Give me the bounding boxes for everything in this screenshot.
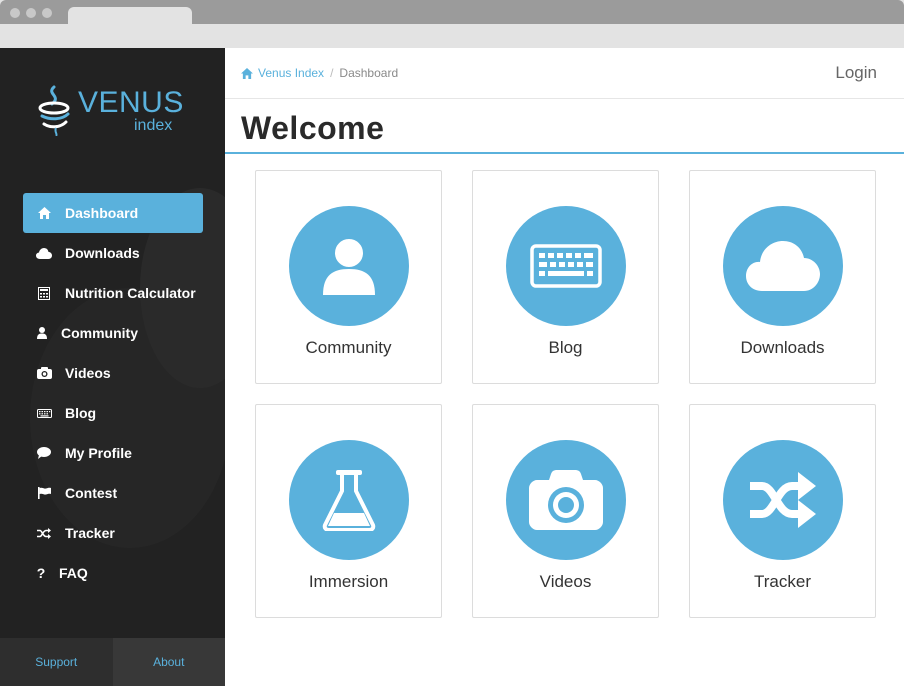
sidebar-item-nutrition-calculator[interactable]: Nutrition Calculator: [23, 273, 203, 313]
window-minimize-dot[interactable]: [26, 8, 36, 18]
sidebar-item-my-profile[interactable]: My Profile: [23, 433, 203, 473]
breadcrumb-home-label: Venus Index: [258, 66, 325, 80]
home-icon: [23, 207, 65, 219]
top-navbar: Venus Index / Dashboard Login: [225, 48, 904, 99]
tile-label: Videos: [539, 572, 592, 591]
cloud-icon: [746, 241, 820, 291]
breadcrumb: Venus Index / Dashboard: [241, 66, 398, 80]
tile-label: Community: [305, 338, 392, 357]
tile-icon-circle: [506, 206, 626, 326]
tile-icon-circle: [289, 440, 409, 560]
sidebar-item-downloads[interactable]: Downloads: [23, 233, 203, 273]
sidebar-item-tracker[interactable]: Tracker: [23, 513, 203, 553]
comment-icon: [23, 447, 65, 459]
tile-downloads[interactable]: Downloads: [689, 170, 876, 384]
calculator-icon: [23, 286, 65, 300]
cloud-icon: [23, 247, 65, 259]
tile-videos[interactable]: Videos: [472, 404, 659, 618]
question-icon: ?: [36, 565, 46, 581]
sidebar-item-label: FAQ: [59, 565, 88, 581]
browser-tab[interactable]: [68, 7, 192, 27]
login-link[interactable]: Login: [835, 63, 877, 83]
sidebar-footer: Support About: [0, 638, 225, 686]
about-button[interactable]: About: [112, 638, 225, 686]
breadcrumb-current: Dashboard: [339, 66, 399, 80]
tile-blog[interactable]: Blog: [472, 170, 659, 384]
window-close-dot[interactable]: [10, 8, 20, 18]
sidebar-nav: Dashboard Downloads Nutrition Calculator…: [23, 193, 203, 593]
sidebar-item-label: Videos: [65, 365, 111, 381]
sidebar-item-label: Downloads: [65, 245, 140, 261]
support-button[interactable]: Support: [0, 638, 113, 686]
user-icon: [323, 237, 375, 295]
camera-icon: [23, 367, 65, 379]
sidebar-item-contest[interactable]: Contest: [23, 473, 203, 513]
breadcrumb-separator: /: [330, 66, 334, 80]
sidebar-item-label: Blog: [65, 405, 97, 421]
window-maximize-dot[interactable]: [42, 8, 52, 18]
browser-chrome: [0, 0, 904, 48]
tile-community[interactable]: Community: [255, 170, 442, 384]
sidebar-item-blog[interactable]: Blog: [23, 393, 203, 433]
sidebar-item-label: Nutrition Calculator: [65, 285, 196, 301]
page-title: Welcome: [241, 110, 385, 146]
title-divider: [225, 152, 904, 154]
tile-label: Downloads: [740, 338, 825, 357]
sidebar-item-label: Contest: [65, 485, 118, 501]
tile-icon-circle: [289, 206, 409, 326]
home-icon: [241, 67, 253, 79]
sidebar-item-label: Tracker: [65, 525, 115, 541]
tile-label: Tracker: [754, 572, 811, 591]
venus-index-logo[interactable]: VENUS index: [36, 84, 196, 144]
tile-icon-circle: [723, 440, 843, 560]
sidebar-item-videos[interactable]: Videos: [23, 353, 203, 393]
tile-icon-circle: [506, 440, 626, 560]
logo-brand-text: VENUS: [78, 86, 184, 119]
sidebar-item-label: My Profile: [65, 445, 132, 461]
sidebar-item-label: Community: [61, 325, 138, 341]
tile-immersion[interactable]: Immersion: [255, 404, 442, 618]
logo-sub-text: index: [134, 117, 173, 134]
sidebar-item-label: Dashboard: [65, 205, 139, 221]
venus-logo-icon: [38, 85, 70, 136]
tile-icon-circle: [723, 206, 843, 326]
keyboard-icon: [23, 408, 65, 418]
camera-icon: [529, 470, 603, 530]
tile-label: Immersion: [308, 572, 389, 591]
shuffle-icon: [750, 472, 816, 528]
flask-icon: [322, 470, 376, 531]
user-icon: [23, 327, 61, 339]
keyboard-icon: [530, 244, 602, 288]
tile-label: Blog: [548, 338, 583, 357]
breadcrumb-home-link[interactable]: Venus Index: [241, 66, 324, 80]
sidebar: VENUS index Dashboard Downloads Nutritio…: [0, 48, 225, 686]
tile-tracker[interactable]: Tracker: [689, 404, 876, 618]
main-content: Venus Index / Dashboard Login Welcome Co…: [225, 48, 904, 686]
shuffle-icon: [23, 527, 65, 539]
sidebar-item-dashboard[interactable]: Dashboard: [23, 193, 203, 233]
sidebar-item-community[interactable]: Community: [23, 313, 203, 353]
flag-icon: [23, 487, 65, 499]
sidebar-item-faq[interactable]: ? FAQ: [23, 553, 203, 593]
